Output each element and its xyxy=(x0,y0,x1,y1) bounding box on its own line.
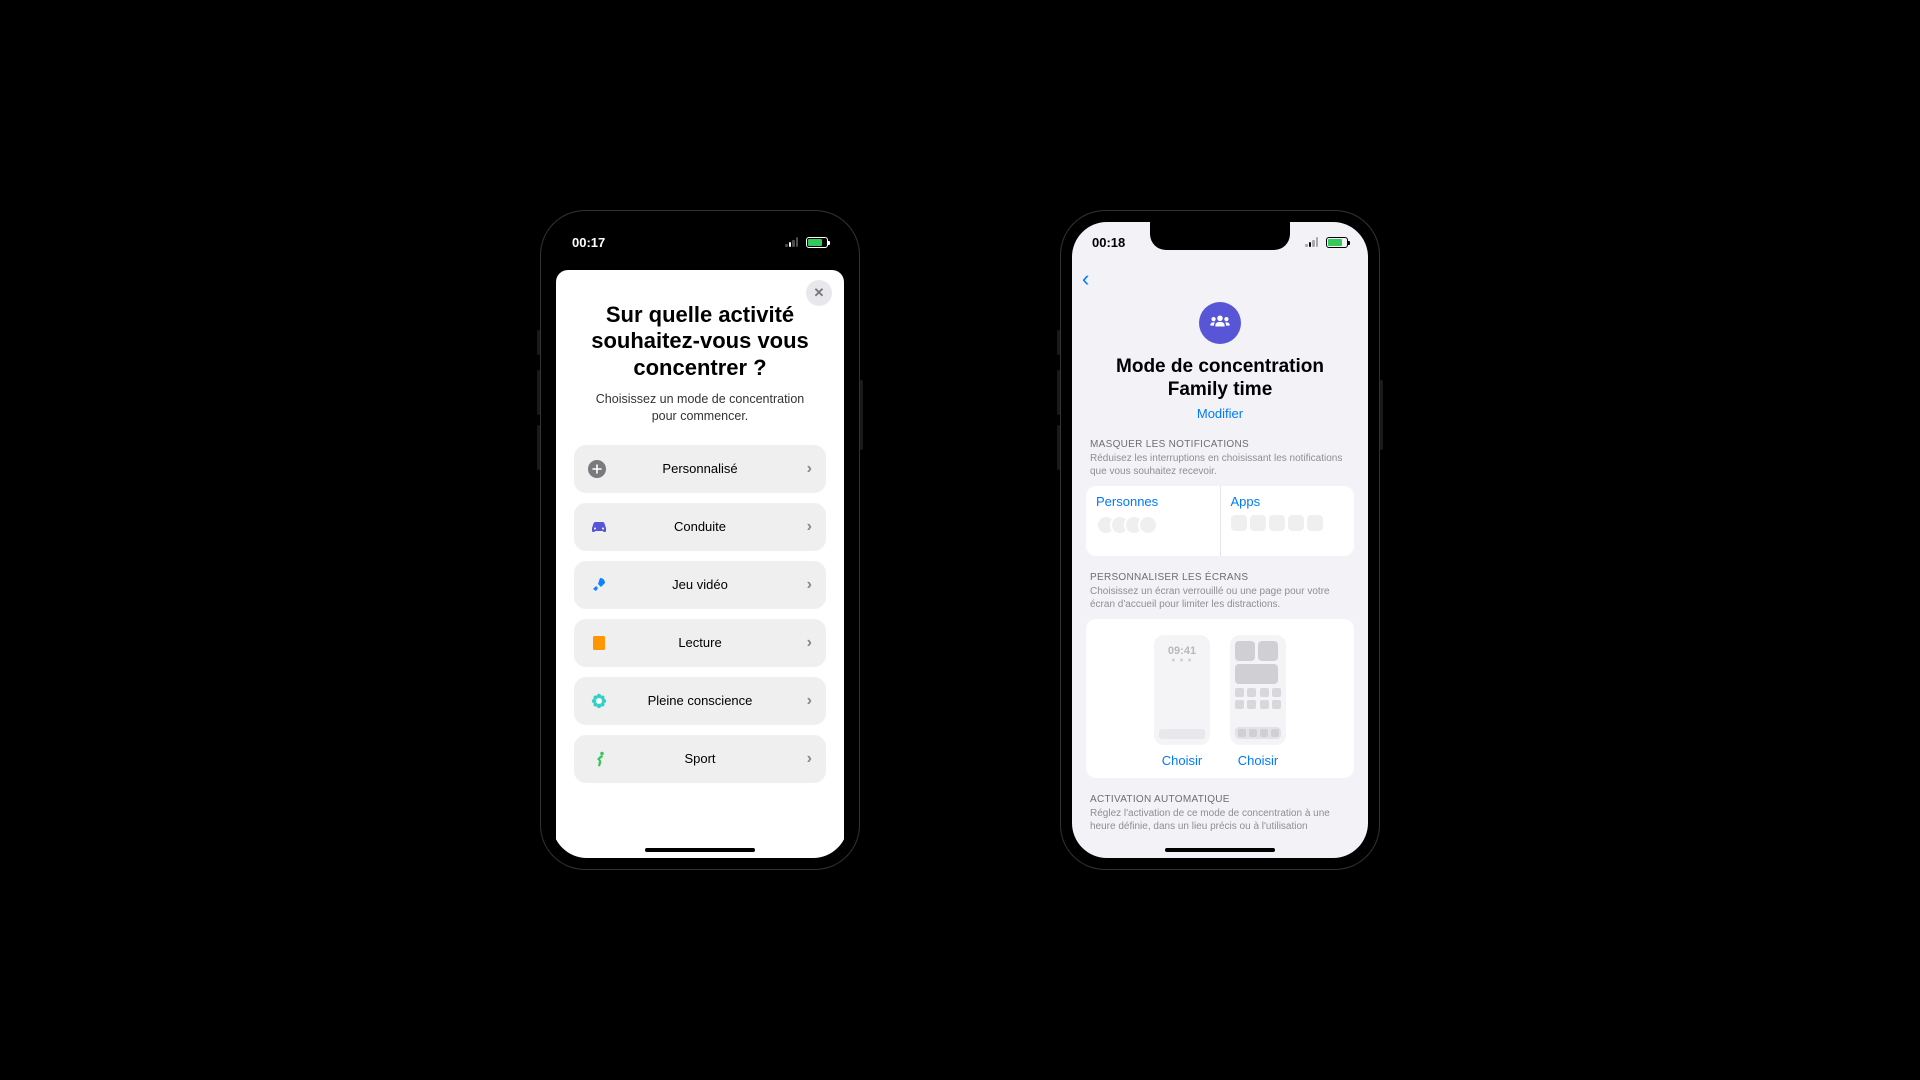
lock-screen-option: 09:41 ● ● ● Choisir xyxy=(1154,635,1210,768)
nav-bar: ‹ xyxy=(1072,262,1368,296)
option-reading[interactable]: Lecture › xyxy=(574,619,826,667)
battery-icon xyxy=(1326,237,1348,248)
phone-mockup-right: 00:18 ‹ Mode de concentrationFamily time… xyxy=(1060,210,1380,870)
apps-placeholder xyxy=(1231,515,1345,531)
focus-title: Mode de concentrationFamily time xyxy=(1086,356,1354,402)
people-avatars-placeholder xyxy=(1096,515,1210,535)
sheet-subtitle: Choisissez un mode de concentration pour… xyxy=(556,391,844,445)
lock-screen-preview[interactable]: 09:41 ● ● ● xyxy=(1154,635,1210,745)
status-indicators xyxy=(1305,235,1348,250)
focus-hero-icon xyxy=(1199,302,1241,344)
choose-lock-button[interactable]: Choisir xyxy=(1162,753,1202,768)
option-fitness[interactable]: Sport › xyxy=(574,735,826,783)
status-time: 00:18 xyxy=(1092,235,1125,250)
option-driving[interactable]: Conduite › xyxy=(574,503,826,551)
sheet-title: Sur quelle activité souhaitez-vous vous … xyxy=(556,280,844,391)
cellular-icon xyxy=(1305,237,1318,247)
home-indicator[interactable] xyxy=(645,848,755,852)
screens-card: 09:41 ● ● ● Choisir Choisir xyxy=(1086,619,1354,778)
section-desc-screens: Choisissez un écran verrouillé ou une pa… xyxy=(1086,583,1354,619)
section-desc-notifications: Réduisez les interruptions en choisissan… xyxy=(1086,450,1354,486)
option-label: Lecture xyxy=(574,635,826,650)
notch xyxy=(630,222,770,250)
home-screen-preview[interactable] xyxy=(1230,635,1286,745)
apps-label: Apps xyxy=(1231,494,1345,509)
section-header-auto: ACTIVATION AUTOMATIQUE xyxy=(1086,794,1354,805)
people-icon xyxy=(1209,314,1231,333)
focus-picker-sheet: ✕ Sur quelle activité souhaitez-vous vou… xyxy=(556,270,844,858)
option-label: Sport xyxy=(574,751,826,766)
home-screen-option: Choisir xyxy=(1230,635,1286,768)
preview-time: 09:41 xyxy=(1159,645,1205,657)
people-label: Personnes xyxy=(1096,494,1210,509)
modify-link[interactable]: Modifier xyxy=(1086,406,1354,421)
section-desc-auto: Réglez l'activation de ce mode de concen… xyxy=(1086,805,1354,841)
choose-home-button[interactable]: Choisir xyxy=(1238,753,1278,768)
option-mindfulness[interactable]: Pleine conscience › xyxy=(574,677,826,725)
home-indicator[interactable] xyxy=(1165,848,1275,852)
status-time: 00:17 xyxy=(572,235,605,250)
focus-options-list: Personnalisé › Conduite › Jeu vidéo › xyxy=(556,445,844,783)
phone-mockup-left: 00:17 ✕ Sur quelle activité souhaitez-vo… xyxy=(540,210,860,870)
option-label: Conduite xyxy=(574,519,826,534)
close-button[interactable]: ✕ xyxy=(806,280,832,306)
notifications-card: Personnes Apps xyxy=(1086,486,1354,556)
close-icon: ✕ xyxy=(814,285,825,301)
section-header-notifications: MASQUER LES NOTIFICATIONS xyxy=(1086,439,1354,450)
option-gaming[interactable]: Jeu vidéo › xyxy=(574,561,826,609)
option-label: Jeu vidéo xyxy=(574,577,826,592)
apps-column[interactable]: Apps xyxy=(1220,486,1355,556)
status-indicators xyxy=(785,235,828,250)
focus-detail-content: Mode de concentrationFamily time Modifie… xyxy=(1072,296,1368,858)
back-button[interactable]: ‹ xyxy=(1082,266,1089,292)
notch xyxy=(1150,222,1290,250)
option-custom[interactable]: Personnalisé › xyxy=(574,445,826,493)
section-header-screens: PERSONNALISER LES ÉCRANS xyxy=(1086,572,1354,583)
option-label: Pleine conscience xyxy=(574,693,826,708)
option-label: Personnalisé xyxy=(574,461,826,476)
battery-icon xyxy=(806,237,828,248)
people-column[interactable]: Personnes xyxy=(1086,486,1220,556)
cellular-icon xyxy=(785,237,798,247)
